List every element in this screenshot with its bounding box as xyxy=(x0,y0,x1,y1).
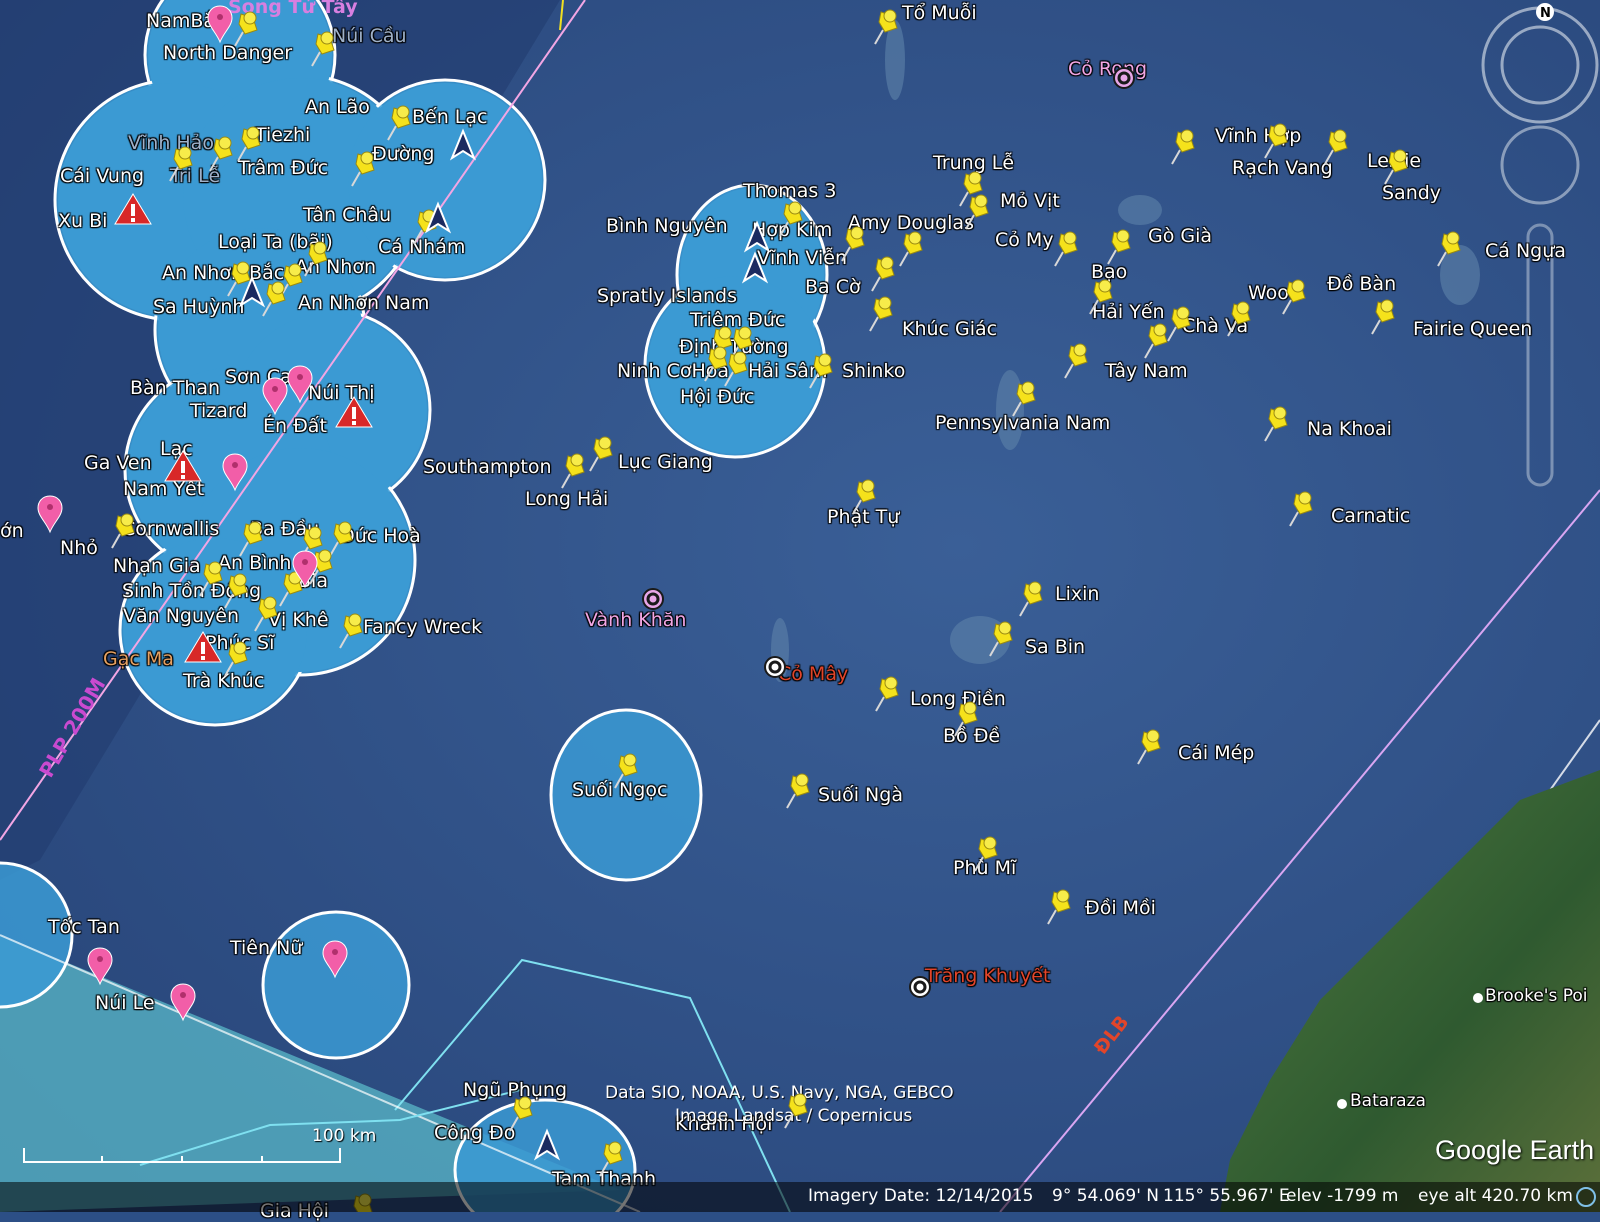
pushpin-icon[interactable] xyxy=(1171,129,1195,165)
town-dot-icon[interactable] xyxy=(1473,993,1483,1003)
triangle-icon[interactable] xyxy=(535,1130,559,1159)
pushpin-icon[interactable] xyxy=(852,479,876,515)
pushpin-icons[interactable] xyxy=(111,9,1461,1212)
pushpin-icon[interactable] xyxy=(1047,889,1071,925)
placemark-icon[interactable] xyxy=(87,947,113,985)
ring-icon[interactable] xyxy=(908,975,932,999)
pushpin-icon[interactable] xyxy=(279,571,303,607)
pushpin-icon[interactable] xyxy=(875,676,899,712)
pushpin-icon[interactable] xyxy=(1289,491,1313,527)
elevation-readout: elev -1799 m xyxy=(1286,1186,1399,1206)
pushpin-icon[interactable] xyxy=(599,1141,623,1177)
placemark-icon[interactable] xyxy=(37,495,63,533)
pushpin-icon[interactable] xyxy=(279,263,303,299)
pushpin-icon[interactable] xyxy=(704,346,728,382)
pushpin-icon[interactable] xyxy=(111,513,135,549)
triangle-icons[interactable] xyxy=(240,130,769,1159)
town-dots[interactable] xyxy=(1337,993,1483,1109)
pushpin-icon[interactable] xyxy=(1384,149,1408,185)
pushpin-icon[interactable] xyxy=(974,836,998,872)
latitude-readout: 9° 54.069' N xyxy=(1052,1186,1159,1206)
pushpin-icon[interactable] xyxy=(304,241,328,277)
placemark-icon[interactable] xyxy=(287,365,313,403)
pushpin-icon[interactable] xyxy=(224,641,248,677)
pushpin-icon[interactable] xyxy=(169,146,193,182)
eye-altitude-readout: eye alt 420.70 km xyxy=(1418,1186,1573,1206)
pushpin-icon[interactable] xyxy=(1371,299,1395,335)
warning-icon[interactable] xyxy=(164,450,202,482)
placemark-icon[interactable] xyxy=(322,940,348,978)
pushpin-icon[interactable] xyxy=(1324,129,1348,165)
pushpin-icon[interactable] xyxy=(1227,301,1251,337)
pushpin-icon[interactable] xyxy=(784,1093,808,1129)
pushpin-icon[interactable] xyxy=(869,296,893,332)
pushpin-icon[interactable] xyxy=(239,521,263,557)
pushpin-icon[interactable] xyxy=(209,136,233,172)
status-bar: Imagery Date: 12/14/2015 9° 54.069' N 11… xyxy=(0,1182,1600,1212)
pushpin-icon[interactable] xyxy=(965,194,989,230)
pushpin-icon[interactable] xyxy=(351,151,375,187)
pushpin-icon[interactable] xyxy=(387,105,411,141)
pushpin-icon[interactable] xyxy=(589,436,613,472)
pushpin-icon[interactable] xyxy=(1167,306,1191,342)
pushpin-icon[interactable] xyxy=(329,521,353,557)
ring-icons[interactable] xyxy=(641,66,1136,999)
triangle-icon[interactable] xyxy=(745,222,769,251)
placemark-icon[interactable] xyxy=(222,453,248,491)
pushpin-icon[interactable] xyxy=(237,126,261,162)
pushpin-icon[interactable] xyxy=(1089,279,1113,315)
pushpin-icon[interactable] xyxy=(841,226,865,262)
triangle-icon[interactable] xyxy=(743,253,767,282)
markers-layer xyxy=(37,5,1483,1212)
warning-icon[interactable] xyxy=(335,396,373,428)
pushpin-icon[interactable] xyxy=(786,773,810,809)
pushpin-icon[interactable] xyxy=(779,201,803,237)
pushpin-icon[interactable] xyxy=(614,753,638,789)
pushpin-icon[interactable] xyxy=(1144,323,1168,359)
pushpin-icon[interactable] xyxy=(1019,581,1043,617)
imagery-date: Imagery Date: 12/14/2015 xyxy=(808,1186,1034,1206)
pushpin-icon[interactable] xyxy=(199,561,223,597)
pushpin-icon[interactable] xyxy=(899,231,923,267)
pushpin-icon[interactable] xyxy=(1064,343,1088,379)
pink-placemark-icons[interactable] xyxy=(37,5,348,1021)
loading-ring-icon xyxy=(1576,1187,1596,1207)
pushpin-icon[interactable] xyxy=(339,613,363,649)
pushpin-icon[interactable] xyxy=(262,281,286,317)
pushpin-icon[interactable] xyxy=(1264,123,1288,159)
pushpin-icon[interactable] xyxy=(1054,231,1078,267)
pushpin-icon[interactable] xyxy=(1012,381,1036,417)
longitude-readout: 115° 55.967' E xyxy=(1163,1186,1290,1206)
pushpin-icon[interactable] xyxy=(874,9,898,45)
pushpin-icon[interactable] xyxy=(254,596,278,632)
pushpin-icon[interactable] xyxy=(1282,279,1306,315)
pushpin-icon[interactable] xyxy=(224,573,248,609)
pushpin-icon[interactable] xyxy=(724,351,748,387)
pushpin-icon[interactable] xyxy=(1437,231,1461,267)
pushpin-icon[interactable] xyxy=(989,621,1013,657)
pushpin-icon[interactable] xyxy=(954,701,978,737)
warning-icon[interactable] xyxy=(184,631,222,663)
ring-icon[interactable] xyxy=(763,655,787,679)
pushpin-icon[interactable] xyxy=(1107,229,1131,265)
pushpin-icon[interactable] xyxy=(561,453,585,489)
ring-icon[interactable] xyxy=(1112,66,1136,90)
placemark-icon[interactable] xyxy=(262,377,288,415)
town-dot-icon[interactable] xyxy=(1337,1099,1347,1109)
pushpin-icon[interactable] xyxy=(1264,406,1288,442)
pushpin-icon[interactable] xyxy=(509,1096,533,1132)
pushpin-icon[interactable] xyxy=(234,11,258,47)
pushpin-icon[interactable] xyxy=(311,31,335,67)
placemark-icon[interactable] xyxy=(170,983,196,1021)
warning-icon[interactable] xyxy=(114,193,152,225)
pushpin-icon[interactable] xyxy=(809,353,833,389)
pushpin-icon[interactable] xyxy=(1137,729,1161,765)
placemark-icon[interactable] xyxy=(207,5,233,43)
ring-icon[interactable] xyxy=(641,587,665,611)
triangle-icon[interactable] xyxy=(451,130,475,159)
pushpin-icon[interactable] xyxy=(871,256,895,292)
